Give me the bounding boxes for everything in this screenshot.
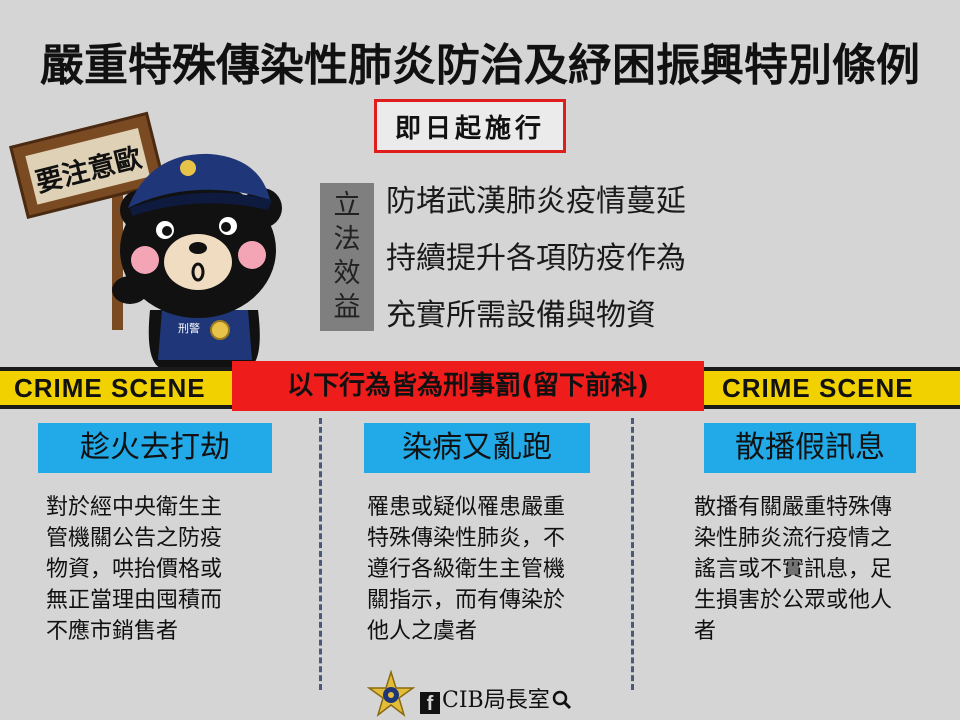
- benefit-item: 充實所需設備與物資: [386, 298, 656, 333]
- category-title-profiteering: 趁火去打劫: [38, 423, 272, 473]
- police-bear-mascot: 要注意歐 刑警: [8, 111, 282, 368]
- category-title-misinformation: 散播假訊息: [704, 423, 916, 473]
- effective-notice: 即日起施行: [374, 99, 566, 153]
- bear-cheek-left: [131, 246, 159, 274]
- criminal-penalty-banner: 以下行為皆為刑事罰(留下前科): [232, 361, 704, 411]
- page-title: 嚴重特殊傳染性肺炎防治及紓困振興特別條例: [40, 40, 920, 91]
- cib-facebook-link[interactable]: f CIB局長室: [420, 683, 590, 719]
- facebook-icon: f: [420, 692, 440, 715]
- cib-label: CIB局長室: [442, 688, 550, 713]
- search-icon: [552, 690, 571, 710]
- legislative-benefits-label: 立 法 效 益: [320, 183, 374, 331]
- vest-text: 刑警: [178, 321, 200, 335]
- vest-badge-icon: [210, 320, 230, 340]
- crime-scene-tape-left: CRIME SCENE: [0, 367, 232, 409]
- column-divider: [631, 418, 634, 690]
- police-star-badge-icon: [366, 670, 416, 718]
- bear-cheek-right: [238, 241, 266, 269]
- cap-badge-icon: [180, 160, 196, 176]
- benefit-item: 防堵武漢肺炎疫情蔓延: [386, 184, 686, 219]
- crime-scene-tape-right: CRIME SCENE: [704, 367, 960, 409]
- benefit-item: 持續提升各項防疫作為: [386, 241, 686, 276]
- category-title-infection: 染病又亂跑: [364, 423, 590, 473]
- category-description-misinformation: 散播有關嚴重特殊傳 染性肺炎流行疫情之 謠言或不實訊息，足 生損害於公眾或他人 …: [694, 495, 893, 644]
- category-description-profiteering: 對於經中央衛生主 管機關公告之防疫 物資，哄抬價格或 無正當理由囤積而 不應市銷…: [46, 495, 223, 644]
- column-divider: [319, 418, 322, 690]
- category-description-infection: 罹患或疑似罹患嚴重 特殊傳染性肺炎，不 遵行各級衛生主管機 關指示，而有傳染於 …: [367, 495, 566, 644]
